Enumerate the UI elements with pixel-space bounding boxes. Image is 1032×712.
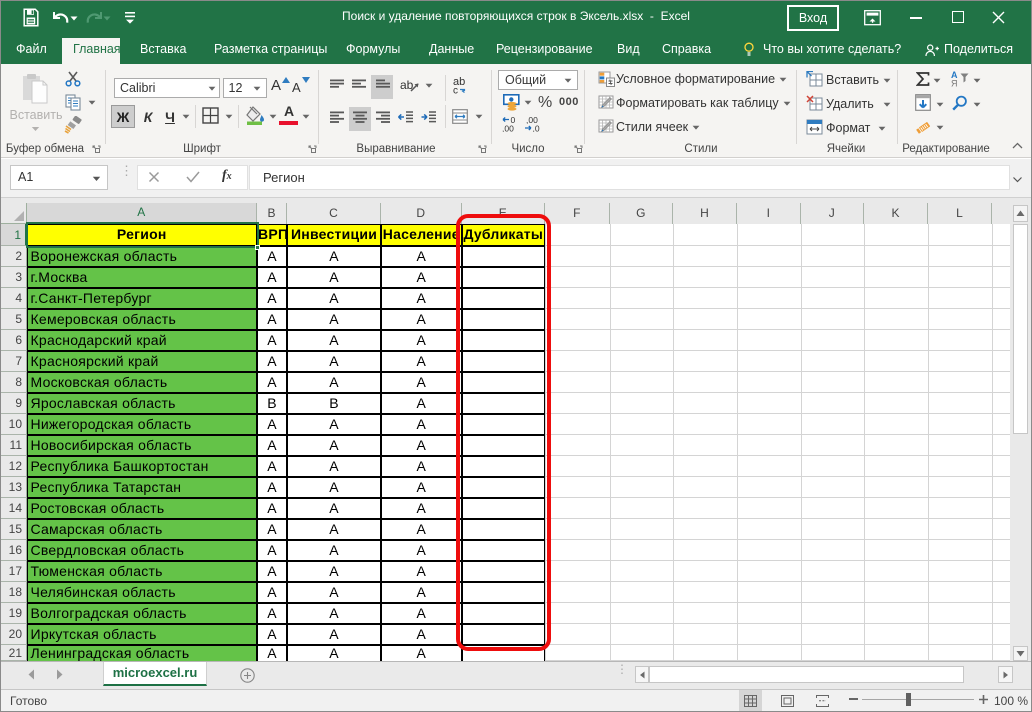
svg-text:Я: Я — [951, 79, 958, 88]
svg-text:,00: ,00 — [502, 124, 514, 133]
svg-text:,0: ,0 — [533, 124, 540, 133]
svg-text:c: c — [453, 86, 458, 95]
